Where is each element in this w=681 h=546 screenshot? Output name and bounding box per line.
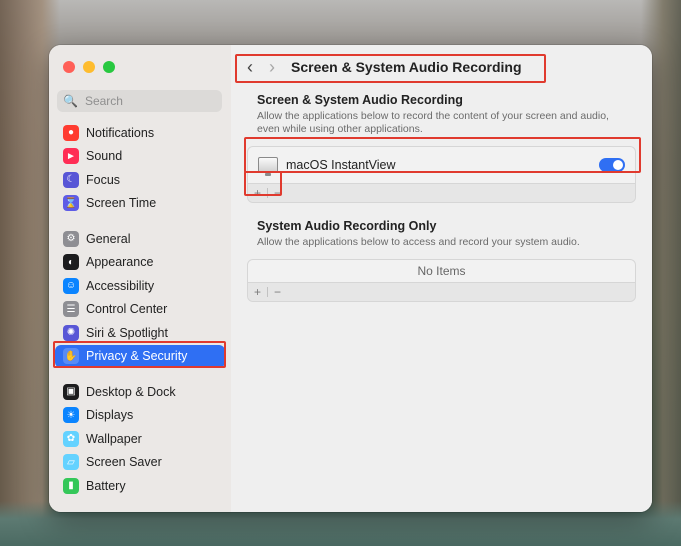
appearance-icon: ◐ xyxy=(63,254,79,271)
divider xyxy=(267,287,269,298)
section-description: Allow the applications below to access a… xyxy=(257,236,580,248)
section-title: System Audio Recording Only xyxy=(257,219,437,233)
gear-icon: ⚙ xyxy=(63,230,79,247)
sidebar-item-label: Wallpaper xyxy=(86,431,142,446)
screen-audio-section: Screen & System Audio Recording Allow th… xyxy=(247,93,636,204)
sidebar-item-privacy-security[interactable]: ✋ Privacy & Security xyxy=(55,344,225,368)
sidebar-item-accessibility[interactable]: ☺ Accessibility xyxy=(55,274,225,298)
main-content: ‹ › Screen & System Audio Recording Scre… xyxy=(231,45,652,512)
sidebar-group-1: ● Notifications ► Sound ☾ Focus ⌛ Screen… xyxy=(55,121,225,215)
search-input[interactable] xyxy=(82,93,207,109)
list-controls: + − xyxy=(248,283,635,302)
sidebar-item-notifications[interactable]: ● Notifications xyxy=(55,121,225,145)
enable-toggle[interactable] xyxy=(599,158,625,173)
sidebar-item-label: Displays xyxy=(86,408,134,423)
sidebar-group-2: ⚙ General ◐ Appearance ☺ Accessibility ☰… xyxy=(55,227,225,368)
dock-icon: ▣ xyxy=(63,383,79,400)
minimize-button[interactable] xyxy=(83,61,95,73)
monitor-icon xyxy=(258,157,278,177)
section-title: Screen & System Audio Recording xyxy=(257,93,463,107)
sidebar-item-label: Appearance xyxy=(86,255,154,270)
sidebar-item-siri-spotlight[interactable]: ✺ Siri & Spotlight xyxy=(55,321,225,345)
forward-button[interactable]: › xyxy=(269,58,275,76)
siri-icon: ✺ xyxy=(63,324,79,341)
empty-state: No Items xyxy=(248,260,635,284)
hand-icon: ✋ xyxy=(63,348,79,365)
sidebar-item-label: Accessibility xyxy=(86,278,155,293)
screensaver-icon: ▱ xyxy=(63,454,79,471)
hourglass-icon: ⌛ xyxy=(63,195,79,212)
app-row: macOS InstantView xyxy=(258,157,396,177)
back-button[interactable]: ‹ xyxy=(247,58,253,76)
toolbar: ‹ › Screen & System Audio Recording xyxy=(231,45,652,89)
sidebar-item-label: Control Center xyxy=(86,302,168,317)
control-center-icon: ☰ xyxy=(63,301,79,318)
app-list-empty: No Items + − xyxy=(247,259,636,303)
sidebar-item-label: Desktop & Dock xyxy=(86,384,176,399)
divider xyxy=(267,188,269,199)
sidebar-item-desktop-dock[interactable]: ▣ Desktop & Dock xyxy=(55,380,225,404)
system-settings-window: 🔍 ● Notifications ► Sound ☾ Focus ⌛ xyxy=(49,45,652,512)
sidebar-item-sound[interactable]: ► Sound xyxy=(55,145,225,169)
sidebar-item-displays[interactable]: ☀ Displays xyxy=(55,404,225,428)
sidebar: 🔍 ● Notifications ► Sound ☾ Focus ⌛ xyxy=(49,45,232,512)
sidebar-item-label: Screen Time xyxy=(86,196,157,211)
add-button[interactable]: + xyxy=(254,285,261,299)
sidebar-item-label: Focus xyxy=(86,172,121,187)
speaker-icon: ► xyxy=(63,148,79,165)
sidebar-item-screen-saver[interactable]: ▱ Screen Saver xyxy=(55,451,225,475)
sidebar-item-label: Privacy & Security xyxy=(86,349,188,364)
search-field[interactable]: 🔍 xyxy=(57,90,222,112)
page-title: Screen & System Audio Recording xyxy=(291,59,522,75)
close-button[interactable] xyxy=(63,61,75,73)
sidebar-item-label: Siri & Spotlight xyxy=(86,325,168,340)
system-audio-section: System Audio Recording Only Allow the ap… xyxy=(247,219,636,303)
accessibility-icon: ☺ xyxy=(63,277,79,294)
bell-icon: ● xyxy=(63,124,79,141)
sidebar-item-battery[interactable]: ▮ Battery xyxy=(55,474,225,498)
sidebar-item-wallpaper[interactable]: ✿ Wallpaper xyxy=(55,427,225,451)
battery-icon: ▮ xyxy=(63,477,79,494)
search-icon: 🔍 xyxy=(63,94,78,108)
sidebar-item-label: General xyxy=(86,231,131,246)
flower-icon: ✿ xyxy=(63,430,79,447)
section-description: Allow the applications below to record t… xyxy=(257,110,609,136)
sidebar-item-label: Notifications xyxy=(86,125,155,140)
add-button[interactable]: + xyxy=(254,186,261,200)
list-item[interactable]: macOS InstantView xyxy=(248,147,635,185)
window-controls xyxy=(63,61,115,73)
sidebar-item-control-center[interactable]: ☰ Control Center xyxy=(55,298,225,322)
remove-button[interactable]: − xyxy=(274,285,281,299)
zoom-button[interactable] xyxy=(103,61,115,73)
remove-button[interactable]: − xyxy=(274,186,281,200)
sidebar-nav: ● Notifications ► Sound ☾ Focus ⌛ Screen… xyxy=(55,121,225,510)
moon-icon: ☾ xyxy=(63,171,79,188)
sidebar-group-3: ▣ Desktop & Dock ☀ Displays ✿ Wallpaper … xyxy=(55,380,225,498)
sun-icon: ☀ xyxy=(63,407,79,424)
sidebar-item-label: Sound xyxy=(86,149,123,164)
sidebar-item-label: Battery xyxy=(86,478,126,493)
app-name: macOS InstantView xyxy=(286,158,396,173)
sidebar-item-screen-time[interactable]: ⌛ Screen Time xyxy=(55,192,225,216)
sidebar-item-label: Screen Saver xyxy=(86,455,162,470)
sidebar-item-focus[interactable]: ☾ Focus xyxy=(55,168,225,192)
sidebar-item-appearance[interactable]: ◐ Appearance xyxy=(55,251,225,275)
list-controls: + − xyxy=(248,184,635,203)
sidebar-item-general[interactable]: ⚙ General xyxy=(55,227,225,251)
app-list: macOS InstantView + − xyxy=(247,146,636,204)
